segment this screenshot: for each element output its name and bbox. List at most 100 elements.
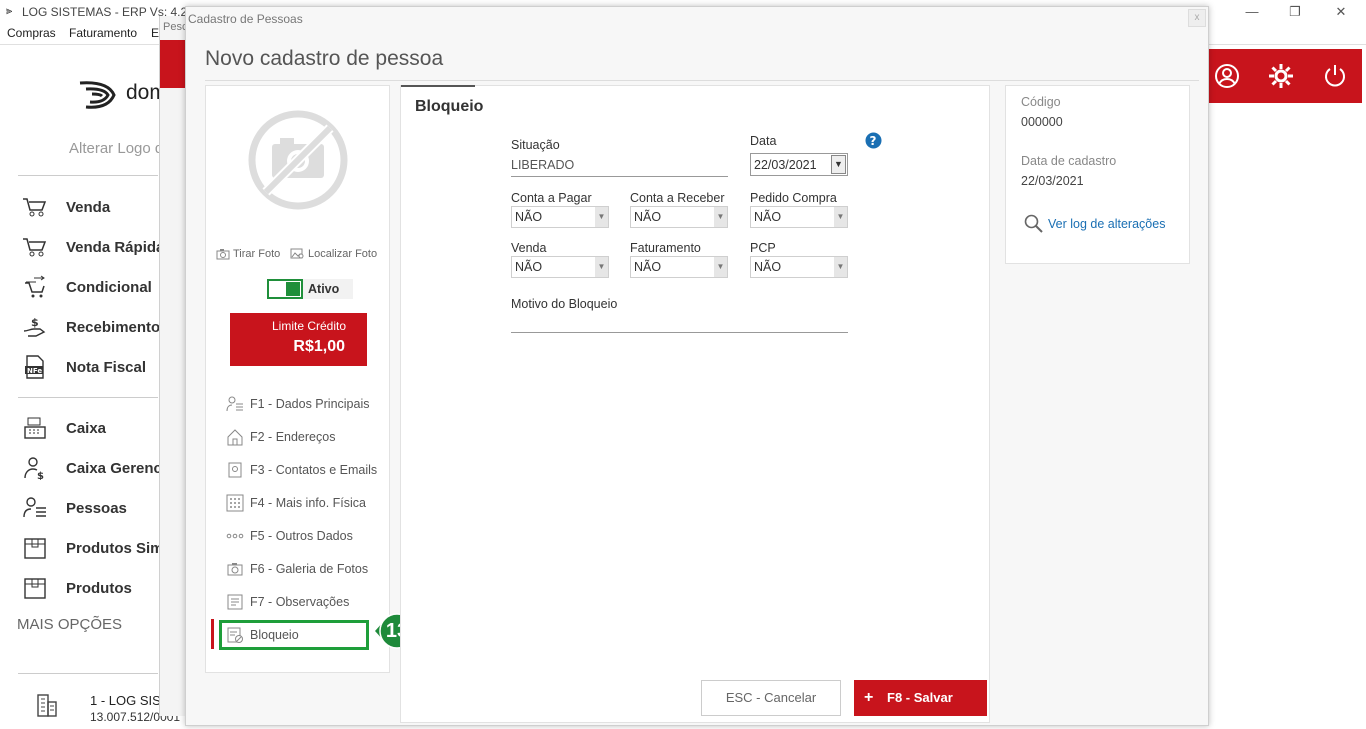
info-panel: Código 000000 Data de cadastro 22/03/202… xyxy=(1005,85,1190,264)
nav-galeria-fotos[interactable]: F6 - Galeria de Fotos xyxy=(226,560,368,578)
divider xyxy=(18,175,158,176)
nav-outros-dados[interactable]: F5 - Outros Dados xyxy=(226,527,353,545)
select-value: NÃO xyxy=(515,260,543,274)
situacao-label: Situação xyxy=(511,138,560,152)
save-label: F8 - Salvar xyxy=(887,690,953,705)
faturamento-label: Faturamento xyxy=(630,241,701,255)
sidebar-item-pessoas[interactable]: Pessoas xyxy=(22,496,127,520)
select-value: NÃO xyxy=(515,210,543,224)
ver-log-link[interactable]: Ver log de alterações xyxy=(1024,214,1165,233)
hand-money-icon: $ xyxy=(23,316,46,337)
company-name: 1 - LOG SIS xyxy=(90,693,161,708)
dialog-title: Cadastro de Pessoas xyxy=(188,12,303,26)
grid-icon xyxy=(226,494,244,512)
minimize-button[interactable]: — xyxy=(1232,2,1272,22)
help-icon[interactable]: ? xyxy=(865,132,882,149)
venda-select[interactable]: NÃO ▼ xyxy=(511,256,609,278)
nav-label: F4 - Mais info. Física xyxy=(250,496,366,510)
conta-receber-label: Conta a Receber xyxy=(630,191,725,205)
select-value: NÃO xyxy=(634,260,662,274)
nav-dados-principais[interactable]: F1 - Dados Principais xyxy=(226,395,370,413)
nav-mais-info[interactable]: F4 - Mais info. Física xyxy=(226,494,366,512)
limite-credito-label: Limite Crédito xyxy=(272,319,347,333)
menu-more[interactable]: E xyxy=(151,26,159,40)
no-photo-icon[interactable] xyxy=(248,110,348,210)
data-date-picker[interactable]: 22/03/2021 ▼ xyxy=(750,153,848,176)
power-icon[interactable] xyxy=(1322,63,1348,89)
sidebar-item-produtos[interactable]: Produtos xyxy=(22,576,132,600)
nav-bloqueio[interactable]: Bloqueio xyxy=(226,626,299,644)
sidebar-item-label: Produtos Sim xyxy=(66,539,164,557)
chevron-down-icon: ▼ xyxy=(834,257,847,277)
sidebar-item-caixa[interactable]: Caixa xyxy=(22,416,106,440)
menu-compras[interactable]: Compras xyxy=(7,26,56,40)
sidebar-item-venda[interactable]: Venda xyxy=(22,195,110,219)
sidebar-item-venda-rapida[interactable]: Venda Rápida xyxy=(22,235,164,259)
maximize-button[interactable]: ❐ xyxy=(1275,2,1315,22)
localizar-foto-button[interactable]: Localizar Foto xyxy=(290,248,377,260)
sidebar-item-label: Caixa xyxy=(66,419,107,437)
save-button[interactable]: + F8 - Salvar xyxy=(854,680,987,716)
brand-swoosh-icon xyxy=(79,81,116,109)
chevron-down-icon: ▼ xyxy=(595,257,608,277)
cancel-button[interactable]: ESC - Cancelar xyxy=(701,680,841,716)
nav-contatos[interactable]: F3 - Contatos e Emails xyxy=(226,461,377,479)
data-cadastro-label: Data de cadastro xyxy=(1021,154,1117,168)
chevron-down-icon[interactable]: ▼ xyxy=(831,155,846,174)
localizar-foto-label: Localizar Foto xyxy=(308,248,378,260)
nav-label: F6 - Galeria de Fotos xyxy=(250,562,369,576)
note-icon xyxy=(227,594,243,610)
nav-enderecos[interactable]: F2 - Endereços xyxy=(226,428,335,446)
codigo-label: Código xyxy=(1021,95,1061,109)
pedido-compra-select[interactable]: NÃO ▼ xyxy=(750,206,848,228)
svg-text:?: ? xyxy=(870,134,877,148)
cart-icon xyxy=(23,238,47,257)
nav-label: F7 - Observações xyxy=(250,595,350,609)
search-icon xyxy=(1024,214,1043,233)
ativo-toggle[interactable] xyxy=(267,279,303,299)
page-title: Novo cadastro de pessoa xyxy=(205,47,444,70)
limite-credito-card: Limite Crédito R$1,00 xyxy=(230,313,367,366)
user-money-icon: $ xyxy=(24,457,44,480)
sidebar-item-nota-fiscal[interactable]: NFe Nota Fiscal xyxy=(22,355,146,379)
user-icon[interactable] xyxy=(1214,63,1240,89)
close-app-button[interactable]: ✕ xyxy=(1321,2,1361,22)
mais-opcoes-link[interactable]: MAIS OPÇÕES xyxy=(17,616,122,633)
tirar-foto-button[interactable]: Tirar Foto xyxy=(216,248,280,260)
conta-receber-select[interactable]: NÃO ▼ xyxy=(630,206,728,228)
person-list-icon xyxy=(23,497,46,518)
top-action-bar xyxy=(1208,49,1362,103)
sidebar-item-produtos-simples[interactable]: Produtos Sim xyxy=(22,536,164,560)
data-cadastro-value: 22/03/2021 xyxy=(1021,174,1084,188)
background-window-title: Pesc xyxy=(163,21,188,33)
sidebar-item-label: Venda xyxy=(66,198,111,216)
active-indicator xyxy=(211,619,214,649)
dialog-close-button[interactable]: x xyxy=(1188,9,1206,27)
conta-pagar-select[interactable]: NÃO ▼ xyxy=(511,206,609,228)
faturamento-select[interactable]: NÃO ▼ xyxy=(630,256,728,278)
menu-faturamento[interactable]: Faturamento xyxy=(69,26,137,40)
pedido-compra-label: Pedido Compra xyxy=(750,191,837,205)
box-icon xyxy=(24,578,46,599)
bloqueio-panel: Bloqueio Situação LIBERADO Data 22/03/20… xyxy=(400,85,990,723)
select-value: NÃO xyxy=(634,210,662,224)
motivo-input[interactable] xyxy=(511,312,848,332)
sidebar-item-caixa-gerencial[interactable]: $ Caixa Gerenc xyxy=(22,456,162,480)
contact-icon xyxy=(228,462,242,478)
app-logo-icon: ⫸ xyxy=(6,5,13,17)
alter-logo-link[interactable]: Alterar Logo d xyxy=(69,140,163,157)
nfe-icon: NFe xyxy=(25,355,44,379)
pcp-select[interactable]: NÃO ▼ xyxy=(750,256,848,278)
chevron-down-icon: ▼ xyxy=(595,207,608,227)
gear-icon[interactable] xyxy=(1268,63,1294,89)
svg-text:NFe: NFe xyxy=(27,367,42,375)
sidebar-item-condicional[interactable]: Condicional xyxy=(22,275,152,299)
camera-icon xyxy=(216,249,230,260)
sidebar-item-recebimento[interactable]: $ Recebimento xyxy=(22,315,160,339)
left-panel: Tirar Foto Localizar Foto Ativo Limite C… xyxy=(205,85,390,673)
ver-log-label: Ver log de alterações xyxy=(1048,216,1166,231)
svg-text:$: $ xyxy=(37,471,44,480)
select-value: NÃO xyxy=(754,210,782,224)
nav-observacoes[interactable]: F7 - Observações xyxy=(226,593,349,611)
person-card-icon xyxy=(226,396,243,412)
